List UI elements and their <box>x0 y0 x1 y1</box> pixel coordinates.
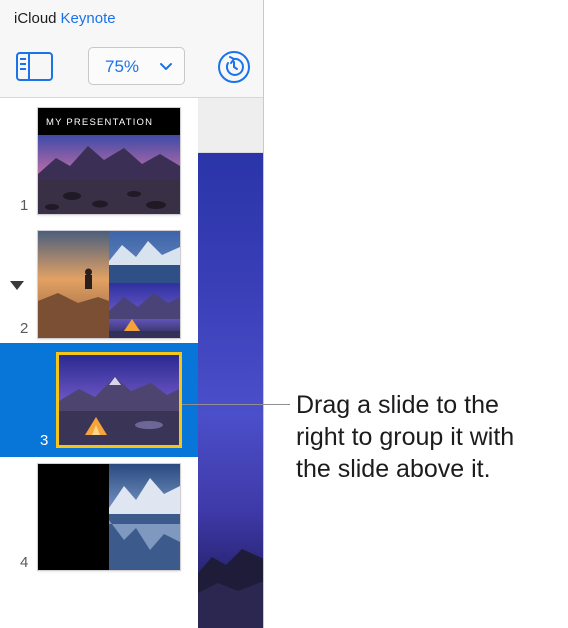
slide-2-image <box>38 231 180 338</box>
zoom-value: 75% <box>105 57 140 76</box>
brand-keynote: Keynote <box>60 10 116 27</box>
slide-thumbnail-2[interactable] <box>38 231 180 338</box>
keynote-window: iCloud Keynote 75% MY PRESENTATION 1 2 3… <box>0 0 264 628</box>
toolbar: iCloud Keynote 75% <box>0 0 263 98</box>
slide-1-title: MY PRESENTATION <box>46 117 154 128</box>
slide-number-4: 4 <box>20 554 29 571</box>
sidebar-toggle-icon <box>16 52 53 81</box>
slide-number-1: 1 <box>20 197 29 214</box>
slide-thumbnail-1[interactable]: MY PRESENTATION <box>38 108 180 214</box>
chevron-down-icon <box>160 63 172 70</box>
callout-line <box>182 404 290 405</box>
navigator-toggle-button[interactable] <box>16 52 53 81</box>
zoom-select[interactable]: 75% <box>88 47 185 85</box>
callout-line-2: right to group it with <box>296 423 515 451</box>
slide-4-image <box>38 464 180 570</box>
slide-navigator: MY PRESENTATION 1 2 3 4 <box>0 98 198 628</box>
slide-thumbnail-4[interactable] <box>38 464 180 570</box>
brand-icloud: iCloud <box>14 10 57 27</box>
history-button[interactable] <box>216 49 252 85</box>
app-brand: iCloud Keynote <box>14 10 116 27</box>
callout-text: Drag a slide to the right to group it wi… <box>296 389 566 485</box>
slide-number-2: 2 <box>20 320 29 337</box>
slide-canvas[interactable] <box>198 153 263 628</box>
disclosure-triangle-icon[interactable] <box>10 278 24 296</box>
history-icon <box>218 51 250 83</box>
slide-number-3: 3 <box>40 432 49 449</box>
slide-3-image <box>59 355 179 445</box>
callout-line-1: Drag a slide to the <box>296 391 499 419</box>
canvas-image <box>198 549 263 628</box>
callout-line-3: the slide above it. <box>296 455 491 483</box>
slide-thumbnail-3[interactable] <box>59 355 179 445</box>
canvas-header <box>198 98 263 153</box>
